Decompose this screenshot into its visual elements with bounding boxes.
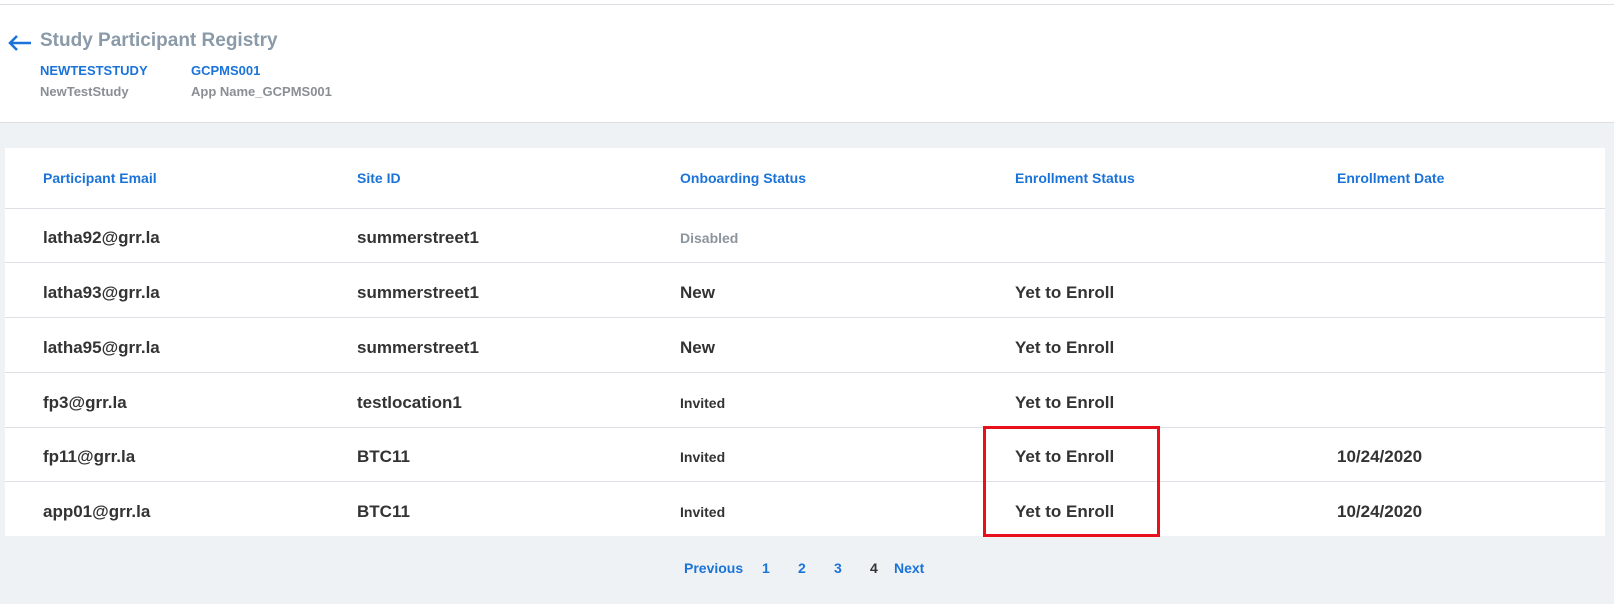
study-code: NEWTESTSTUDY [40,63,148,78]
participant-email: fp3@grr.la [43,393,127,412]
column-header-enrollment-date[interactable]: Enrollment Date [1337,170,1444,186]
participant-email: latha95@grr.la [43,338,160,357]
column-header-email[interactable]: Participant Email [43,170,157,186]
enrollment-date: 10/24/2020 [1337,502,1423,521]
site-id: BTC11 [357,502,410,521]
column-header-site-id[interactable]: Site ID [357,170,401,186]
onboarding-status: New [680,283,715,302]
site-id: summerstreet1 [357,338,479,357]
enrollment-status: Yet to Enroll [1015,283,1115,302]
table-row[interactable]: latha93@grr.la summerstreet1 New Yet to … [5,264,1605,318]
participant-email: latha93@grr.la [43,283,160,302]
pagination-page-1[interactable]: 1 [762,560,770,576]
participant-email: app01@grr.la [43,502,151,521]
onboarding-status: Invited [680,395,726,411]
column-header-onboarding-status[interactable]: Onboarding Status [680,170,806,186]
onboarding-status: Invited [680,449,726,465]
pagination-page-3[interactable]: 3 [834,560,842,576]
table-row[interactable]: app01@grr.la BTC11 Invited Yet to Enroll… [5,483,1605,537]
highlight-annotation-box [983,426,1160,537]
pagination-page-4-current: 4 [870,560,878,576]
enrollment-status: Yet to Enroll [1015,393,1115,412]
site-id: testlocation1 [357,393,462,412]
onboarding-status: Invited [680,504,726,520]
participant-email: fp11@grr.la [43,447,136,466]
site-id: BTC11 [357,447,410,466]
pagination-page-2[interactable]: 2 [798,560,806,576]
page-title: Study Participant Registry [40,30,278,51]
page-header: Study Participant Registry NEWTESTSTUDY … [0,5,1614,123]
onboarding-status: New [680,338,715,357]
table-row[interactable]: latha92@grr.la summerstreet1 Disabled [5,209,1605,263]
enrollment-date: 10/24/2020 [1337,447,1423,466]
table-row[interactable]: fp11@grr.la BTC11 Invited Yet to Enroll … [5,428,1605,482]
study-name: NewTestStudy [40,84,129,99]
site-id: summerstreet1 [357,283,479,302]
app-name: App Name_GCPMS001 [191,84,332,99]
pagination-next[interactable]: Next [894,560,924,576]
app-code: GCPMS001 [191,63,261,78]
table-row[interactable]: fp3@grr.la testlocation1 Invited Yet to … [5,374,1605,428]
site-id: summerstreet1 [357,228,479,247]
participant-table: Participant Email Site ID Onboarding Sta… [5,148,1605,536]
participant-email: latha92@grr.la [43,228,160,247]
table-row[interactable]: latha95@grr.la summerstreet1 New Yet to … [5,319,1605,373]
column-header-enrollment-status[interactable]: Enrollment Status [1015,170,1135,186]
back-arrow-icon[interactable] [8,35,32,51]
table-header: Participant Email Site ID Onboarding Sta… [5,148,1605,209]
pagination-previous[interactable]: Previous [684,560,743,576]
enrollment-status: Yet to Enroll [1015,338,1115,357]
onboarding-status: Disabled [680,230,739,246]
